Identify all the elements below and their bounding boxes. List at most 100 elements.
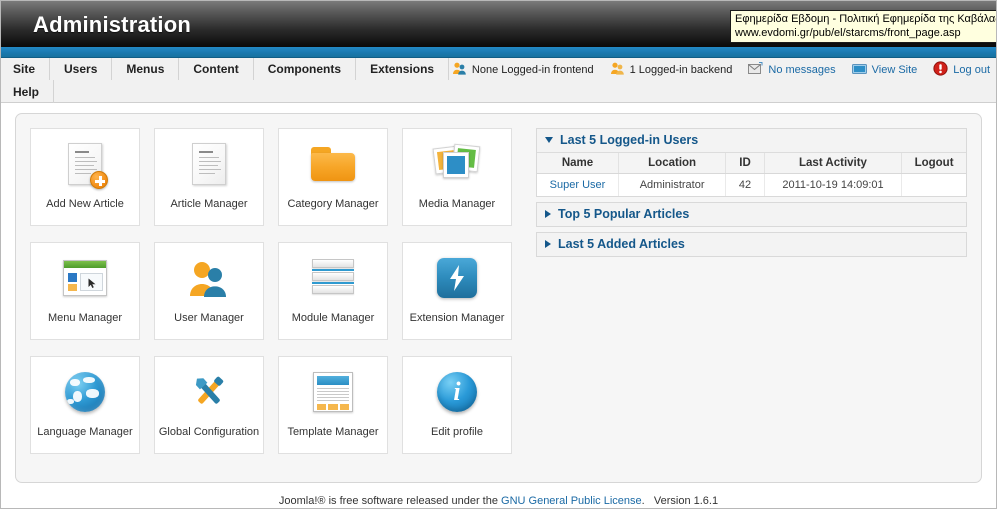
quick-icon-label: Category Manager	[287, 198, 379, 210]
cell-id: 42	[725, 173, 765, 196]
page-title: Administration	[33, 12, 192, 37]
quick-icon-edit-profile[interactable]: i Edit profile	[402, 356, 512, 454]
user-link[interactable]: Super User	[550, 179, 606, 191]
status-label: None Logged-in frontend	[471, 64, 594, 76]
quick-icon-add-new-article[interactable]: Add New Article	[30, 128, 140, 226]
column-header-id: ID	[725, 153, 765, 174]
footer-pre-text: Joomla!® is free software released under…	[278, 495, 502, 507]
module-header-top-popular-articles[interactable]: Top 5 Popular Articles	[537, 203, 966, 226]
table-row: Super User Administrator 42 2011-10-19 1…	[537, 173, 966, 197]
dashboard-panel: Add New Article Article Manager Category…	[15, 113, 982, 483]
plug-bolt-icon	[437, 253, 477, 303]
tooltip-line-1: Εφημερίδα Εβδομη - Πολιτική Εφημερίδα τη…	[735, 13, 997, 25]
version-label: Version 1.6.1	[653, 495, 719, 507]
menu-item-label: Site	[13, 62, 36, 76]
menu-item-label: Components	[267, 62, 342, 76]
quick-icons-grid: Add New Article Article Manager Category…	[26, 124, 524, 472]
cell-last-activity: 2011-10-19 14:09:01	[764, 173, 903, 196]
quick-icon-category-manager[interactable]: Category Manager	[278, 128, 388, 226]
photos-icon	[432, 139, 481, 189]
quick-icon-extension-manager[interactable]: Extension Manager	[402, 242, 512, 340]
status-view-site[interactable]: View Site	[851, 63, 918, 78]
accent-bar	[1, 47, 996, 58]
cell-logout[interactable]	[902, 174, 966, 197]
status-label: 1 Logged-in backend	[629, 64, 733, 76]
footer-post-text: .	[641, 495, 645, 507]
module-title: Last 5 Logged-in Users	[560, 133, 699, 147]
quick-icon-label: User Manager	[174, 312, 244, 324]
quick-icon-module-manager[interactable]: Module Manager	[278, 242, 388, 340]
chevron-down-icon	[545, 137, 553, 143]
menu-item-label: Extensions	[370, 62, 435, 76]
quick-icon-template-manager[interactable]: Template Manager	[278, 356, 388, 454]
mail-icon	[748, 62, 763, 78]
stack-icon	[312, 253, 354, 303]
status-no-messages[interactable]: No messages	[748, 62, 836, 78]
menu-item-help[interactable]: Help	[1, 80, 55, 103]
menu-item-components[interactable]: Components	[254, 58, 357, 80]
info-icon: i	[437, 367, 477, 417]
cell-user-name[interactable]: Super User	[537, 173, 619, 196]
column-header-logout: Logout	[901, 153, 966, 174]
column-header-name: Name	[537, 153, 619, 174]
quick-icon-media-manager[interactable]: Media Manager	[402, 128, 512, 226]
tools-icon	[187, 367, 231, 417]
admin-page: Administration Εφημερίδα Εβδομη - Πολιτι…	[0, 0, 997, 509]
quick-icon-language-manager[interactable]: Language Manager	[30, 356, 140, 454]
monitor-icon	[851, 63, 867, 78]
quick-icon-label: Article Manager	[170, 198, 248, 210]
quick-icon-label: Menu Manager	[48, 312, 122, 324]
dashboard-modules: Last 5 Logged-in Users Name Location ID …	[536, 124, 971, 472]
column-header-last-activity: Last Activity	[764, 153, 903, 174]
tooltip-line-2: www.evdomi.gr/pub/el/starcms/front_page.…	[735, 27, 961, 39]
module-last-logged-in-users: Last 5 Logged-in Users Name Location ID …	[536, 128, 967, 197]
menu-item-site[interactable]: Site	[1, 58, 51, 80]
quick-icon-global-configuration[interactable]: Global Configuration	[154, 356, 264, 454]
chevron-right-icon	[545, 240, 551, 248]
users-frontend-icon	[452, 61, 467, 79]
module-header-last-logged-in-users[interactable]: Last 5 Logged-in Users	[537, 129, 966, 153]
column-header-location: Location	[618, 153, 727, 174]
quick-icon-label: Add New Article	[46, 198, 124, 210]
menu-item-label: Content	[193, 62, 239, 76]
status-label: View Site	[871, 64, 918, 76]
content-area: Add New Article Article Manager Category…	[1, 103, 996, 489]
status-log-out[interactable]: Log out	[933, 61, 990, 79]
users-backend-icon	[610, 61, 625, 79]
quick-icon-user-manager[interactable]: User Manager	[154, 242, 264, 340]
main-menubar: Site Users Menus Content Components Exte…	[1, 58, 996, 103]
quick-icon-label: Module Manager	[291, 312, 375, 324]
template-icon	[313, 367, 353, 417]
globe-icon	[65, 367, 105, 417]
article-icon	[192, 139, 226, 189]
logout-icon	[933, 61, 948, 79]
menu-item-label: Help	[13, 84, 40, 99]
menu-item-label: Users	[64, 62, 98, 76]
menu-item-users[interactable]: Users	[50, 58, 113, 80]
status-none-logged-in-frontend: None Logged-in frontend	[452, 61, 594, 79]
status-logged-in-backend: 1 Logged-in backend	[610, 61, 733, 79]
table-header-row: Name Location ID Last Activity Logout	[537, 153, 966, 174]
new-article-icon	[68, 139, 108, 189]
module-title: Last 5 Added Articles	[558, 237, 685, 251]
module-top-popular-articles: Top 5 Popular Articles	[536, 202, 967, 227]
footer: Joomla!® is free software released under…	[1, 489, 996, 507]
gpl-license-link[interactable]: GNU General Public License	[501, 495, 642, 507]
menu-item-label: Menus	[126, 62, 165, 76]
quick-icon-label: Edit profile	[431, 426, 483, 438]
cell-location: Administrator	[618, 173, 727, 196]
quick-icon-article-manager[interactable]: Article Manager	[154, 128, 264, 226]
module-header-last-added-articles[interactable]: Last 5 Added Articles	[537, 233, 966, 256]
browser-tooltip: Εφημερίδα Εβδομη - Πολιτική Εφημερίδα τη…	[730, 10, 997, 43]
quick-icon-label: Global Configuration	[158, 426, 260, 438]
quick-icon-menu-manager[interactable]: Menu Manager	[30, 242, 140, 340]
menubar-row-secondary: Help	[1, 80, 996, 103]
status-label: Log out	[953, 64, 990, 76]
quick-icon-label: Extension Manager	[409, 312, 505, 324]
menu-item-menus[interactable]: Menus	[112, 58, 180, 80]
menu-item-content[interactable]: Content	[179, 58, 254, 80]
status-label: No messages	[768, 64, 836, 76]
window-menu-icon	[63, 253, 107, 303]
status-strip: None Logged-in frontend 1 Logged-in back…	[436, 59, 990, 81]
logged-in-users-table: Name Location ID Last Activity Logout Su…	[537, 153, 966, 196]
